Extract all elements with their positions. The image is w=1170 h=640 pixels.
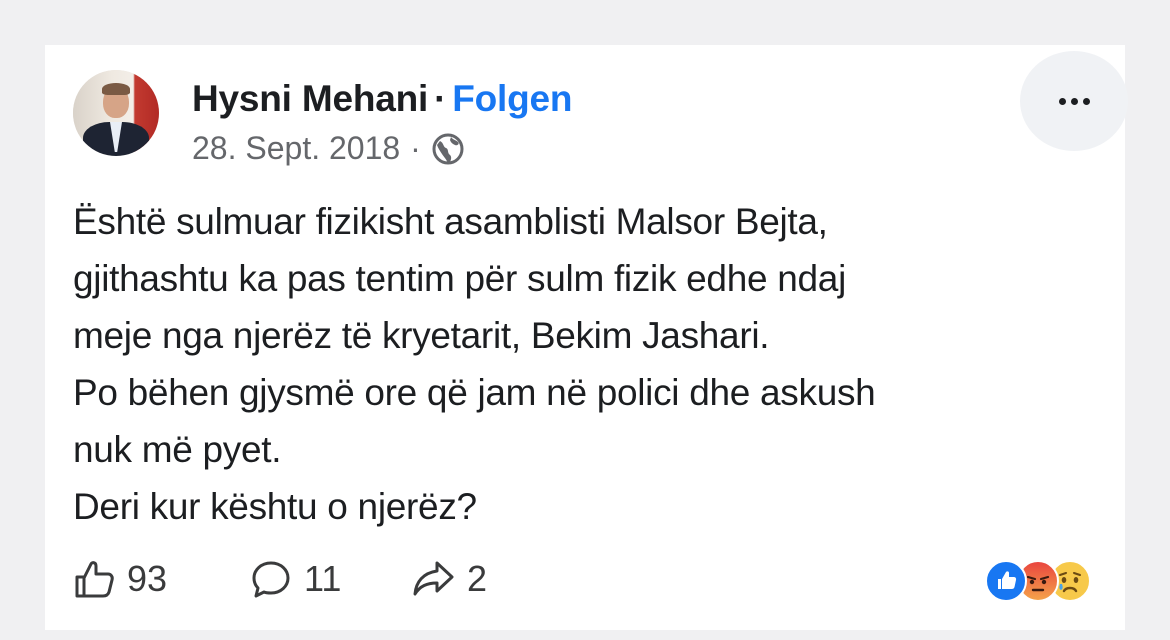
post-date[interactable]: 28. Sept. 2018 — [192, 130, 400, 167]
reactions-summary[interactable] — [983, 560, 1103, 602]
post-header: Hysni Mehani · Folgen — [192, 78, 572, 120]
share-icon — [413, 561, 454, 596]
post-text-line: Është sulmuar fizikisht asamblisti Malso… — [73, 201, 828, 242]
header-separator: · — [434, 78, 447, 119]
like-reaction-icon — [985, 560, 1027, 602]
post-text-line: Deri kur kështu o njerëz? — [73, 486, 477, 527]
author-name[interactable]: Hysni Mehani — [192, 78, 428, 119]
like-count: 93 — [127, 558, 168, 599]
post-text-line: meje nga njerëz të kryetarit, Bekim Jash… — [73, 315, 770, 356]
post-footer: 93 11 2 — [73, 550, 1103, 606]
comment-button[interactable]: 11 — [250, 558, 341, 600]
post-text-line: Po bëhen gjysmë ore që jam në polici dhe… — [73, 372, 876, 413]
post-text-line: nuk më pyet. — [73, 429, 282, 470]
meta-separator: · — [410, 130, 421, 166]
avatar[interactable] — [73, 70, 159, 156]
like-button[interactable]: 93 — [73, 558, 167, 600]
more-options-icon — [1058, 97, 1090, 105]
comment-icon — [252, 561, 290, 598]
share-button[interactable]: 2 — [411, 558, 487, 600]
globe-icon[interactable] — [431, 132, 465, 166]
comment-count: 11 — [304, 558, 342, 599]
thumbs-up-icon — [75, 561, 114, 598]
post-meta: 28. Sept. 2018 · — [192, 130, 465, 167]
more-options-button[interactable] — [1020, 51, 1128, 151]
follow-button[interactable]: Folgen — [452, 78, 572, 119]
post-text-line: gjithashtu ka pas tentim për sulm fizik … — [73, 258, 846, 299]
post-card: Hysni Mehani · Folgen 28. Sept. 2018 · Ësh… — [45, 45, 1128, 630]
post-text: Është sulmuar fizikisht asamblisti Malso… — [73, 193, 1103, 535]
share-count: 2 — [467, 558, 488, 599]
